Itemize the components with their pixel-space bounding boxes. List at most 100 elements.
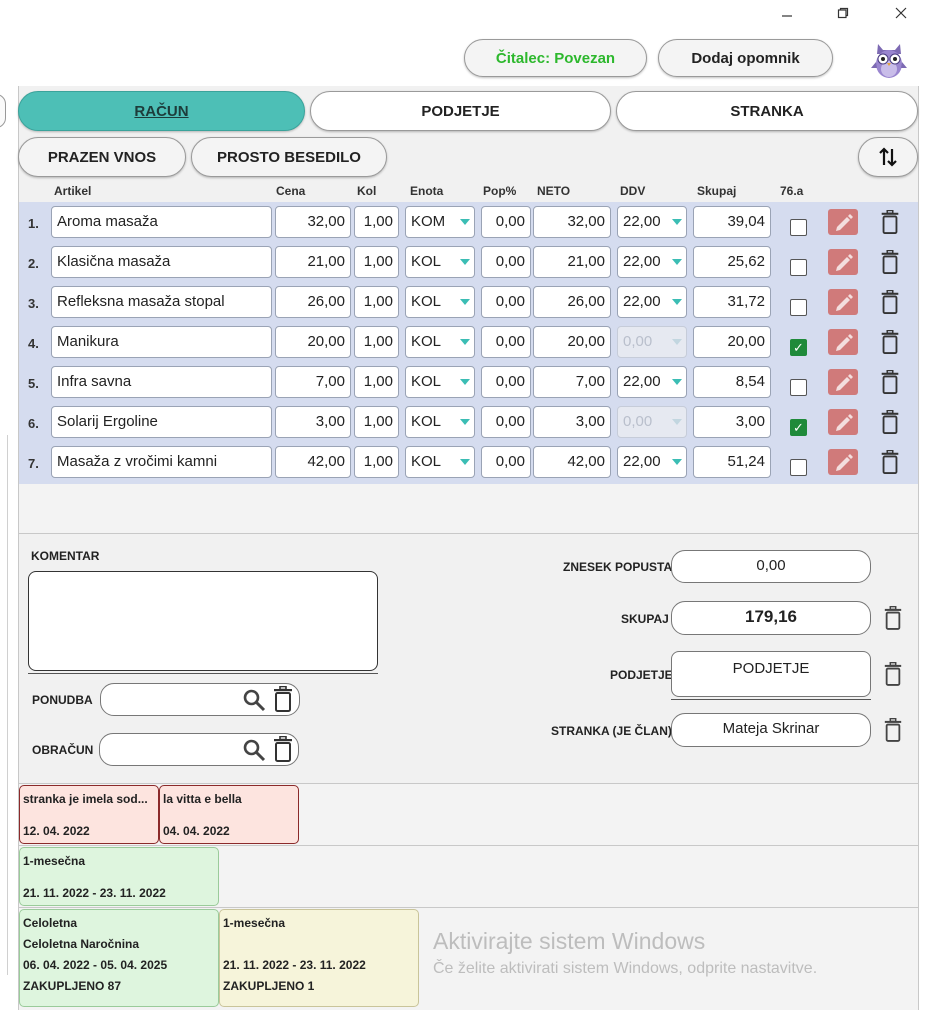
delete-row-button[interactable]: [879, 449, 901, 474]
sort-button[interactable]: [858, 137, 918, 177]
qty-field[interactable]: 1,00: [354, 286, 399, 318]
unit-select[interactable]: KOL: [405, 366, 475, 398]
discount-field[interactable]: 0,00: [481, 366, 531, 398]
close-button[interactable]: [886, 4, 916, 26]
chevron-down-icon: [672, 419, 682, 425]
discount-field[interactable]: 0,00: [481, 286, 531, 318]
customer-delete-button[interactable]: [883, 717, 903, 747]
free-text-button[interactable]: PROSTO BESEDILO: [191, 137, 387, 177]
art76a-checkbox[interactable]: [790, 219, 807, 236]
qty-field[interactable]: 1,00: [354, 206, 399, 238]
article-field[interactable]: Aroma masaža: [51, 206, 272, 238]
discount-field[interactable]: 0,00: [481, 206, 531, 238]
price-field[interactable]: 26,00: [275, 286, 351, 318]
edit-row-button[interactable]: [828, 369, 858, 395]
edit-row-button[interactable]: [828, 289, 858, 315]
billing-delete-button[interactable]: [272, 735, 294, 767]
qty-field[interactable]: 1,00: [354, 246, 399, 278]
art76a-checkbox[interactable]: [790, 259, 807, 276]
art76a-checkbox[interactable]: ✓: [790, 339, 807, 356]
billing-search-button[interactable]: [242, 738, 266, 767]
edit-row-button[interactable]: [828, 449, 858, 475]
offer-field[interactable]: [100, 683, 300, 716]
unit-select[interactable]: KOL: [405, 246, 475, 278]
vat-select[interactable]: 22,00: [617, 366, 687, 398]
art76a-checkbox[interactable]: [790, 459, 807, 476]
delete-row-button[interactable]: [879, 249, 901, 274]
article-field[interactable]: Klasična masaža: [51, 246, 272, 278]
edit-row-button[interactable]: [828, 209, 858, 235]
minimize-button[interactable]: [772, 4, 802, 26]
customer-field[interactable]: Mateja Skrinar: [671, 713, 871, 747]
edit-row-button[interactable]: [828, 329, 858, 355]
price-field[interactable]: 42,00: [275, 446, 351, 478]
qty-field[interactable]: 1,00: [354, 326, 399, 358]
discount-field[interactable]: 0,00: [481, 446, 531, 478]
delete-row-button[interactable]: [879, 409, 901, 434]
unit-select[interactable]: KOL: [405, 286, 475, 318]
price-field[interactable]: 32,00: [275, 206, 351, 238]
delete-row-button[interactable]: [879, 329, 901, 354]
unit-select[interactable]: KOM: [405, 206, 475, 238]
delete-row-button[interactable]: [879, 289, 901, 314]
article-field[interactable]: Infra savna: [51, 366, 272, 398]
article-field[interactable]: Refleksna masaža stopal: [51, 286, 272, 318]
company-delete-button[interactable]: [883, 661, 903, 691]
col-header-vat: DDV: [620, 184, 646, 198]
col-header-76a: 76.a: [780, 184, 804, 198]
discount-field[interactable]: 0,00: [481, 406, 531, 438]
qty-field[interactable]: 1,00: [354, 446, 399, 478]
vat-select[interactable]: 22,00: [617, 206, 687, 238]
edit-row-button[interactable]: [828, 249, 858, 275]
pencil-icon: [836, 214, 853, 231]
qty-field[interactable]: 1,00: [354, 406, 399, 438]
subscription-card[interactable]: 1-mesečna 21. 11. 2022 - 23. 11. 2022: [19, 847, 219, 906]
qty-field[interactable]: 1,00: [354, 366, 399, 398]
offer-search-button[interactable]: [242, 688, 266, 717]
comment-textarea[interactable]: [28, 571, 378, 671]
tab-racun[interactable]: RAČUN: [18, 91, 305, 131]
discount-field[interactable]: 0,00: [481, 326, 531, 358]
price-field[interactable]: 7,00: [275, 366, 351, 398]
unit-select[interactable]: KOL: [405, 326, 475, 358]
billing-field[interactable]: [99, 733, 299, 766]
art76a-checkbox[interactable]: [790, 299, 807, 316]
reader-status-button[interactable]: Čitalec: Povezan: [464, 39, 647, 77]
discount-field[interactable]: 0,00: [481, 246, 531, 278]
price-field[interactable]: 3,00: [275, 406, 351, 438]
trash-icon: [881, 409, 899, 434]
price-field[interactable]: 21,00: [275, 246, 351, 278]
vat-select[interactable]: 22,00: [617, 446, 687, 478]
article-field[interactable]: Solarij Ergoline: [51, 406, 272, 438]
chevron-down-icon: [460, 459, 470, 465]
discount-amount-field[interactable]: 0,00: [671, 550, 871, 583]
package-card[interactable]: 1-mesečna 21. 11. 2022 - 23. 11. 2022 ZA…: [219, 909, 419, 1007]
add-reminder-button[interactable]: Dodaj opomnik: [658, 39, 833, 77]
total-field: 8,54: [693, 366, 771, 398]
delete-row-button[interactable]: [879, 209, 901, 234]
article-field[interactable]: Masaža z vročimi kamni: [51, 446, 272, 478]
edit-row-button[interactable]: [828, 409, 858, 435]
total-delete-button[interactable]: [883, 605, 903, 635]
owl-mascot-icon[interactable]: [871, 38, 907, 80]
art76a-checkbox[interactable]: [790, 379, 807, 396]
tab-podjetje[interactable]: PODJETJE: [310, 91, 611, 131]
note-card[interactable]: stranka je imela sod... 12. 04. 2022: [19, 785, 159, 844]
col-header-qty: Kol: [357, 184, 377, 198]
unit-select[interactable]: KOL: [405, 446, 475, 478]
price-field[interactable]: 20,00: [275, 326, 351, 358]
vat-select[interactable]: 22,00: [617, 246, 687, 278]
note-card[interactable]: la vitta e bella 04. 04. 2022: [159, 785, 299, 844]
art76a-checkbox[interactable]: ✓: [790, 419, 807, 436]
vat-select[interactable]: 22,00: [617, 286, 687, 318]
empty-entry-button[interactable]: PRAZEN VNOS: [18, 137, 186, 177]
article-field[interactable]: Manikura: [51, 326, 272, 358]
tab-stranka-label: STRANKA: [730, 102, 804, 120]
company-field[interactable]: PODJETJE: [671, 651, 871, 697]
delete-row-button[interactable]: [879, 369, 901, 394]
maximize-button[interactable]: [828, 4, 858, 26]
unit-select[interactable]: KOL: [405, 406, 475, 438]
tab-stranka[interactable]: STRANKA: [616, 91, 918, 131]
offer-delete-button[interactable]: [272, 685, 294, 717]
package-card[interactable]: Celoletna Celoletna Naročnina 06. 04. 20…: [19, 909, 219, 1007]
